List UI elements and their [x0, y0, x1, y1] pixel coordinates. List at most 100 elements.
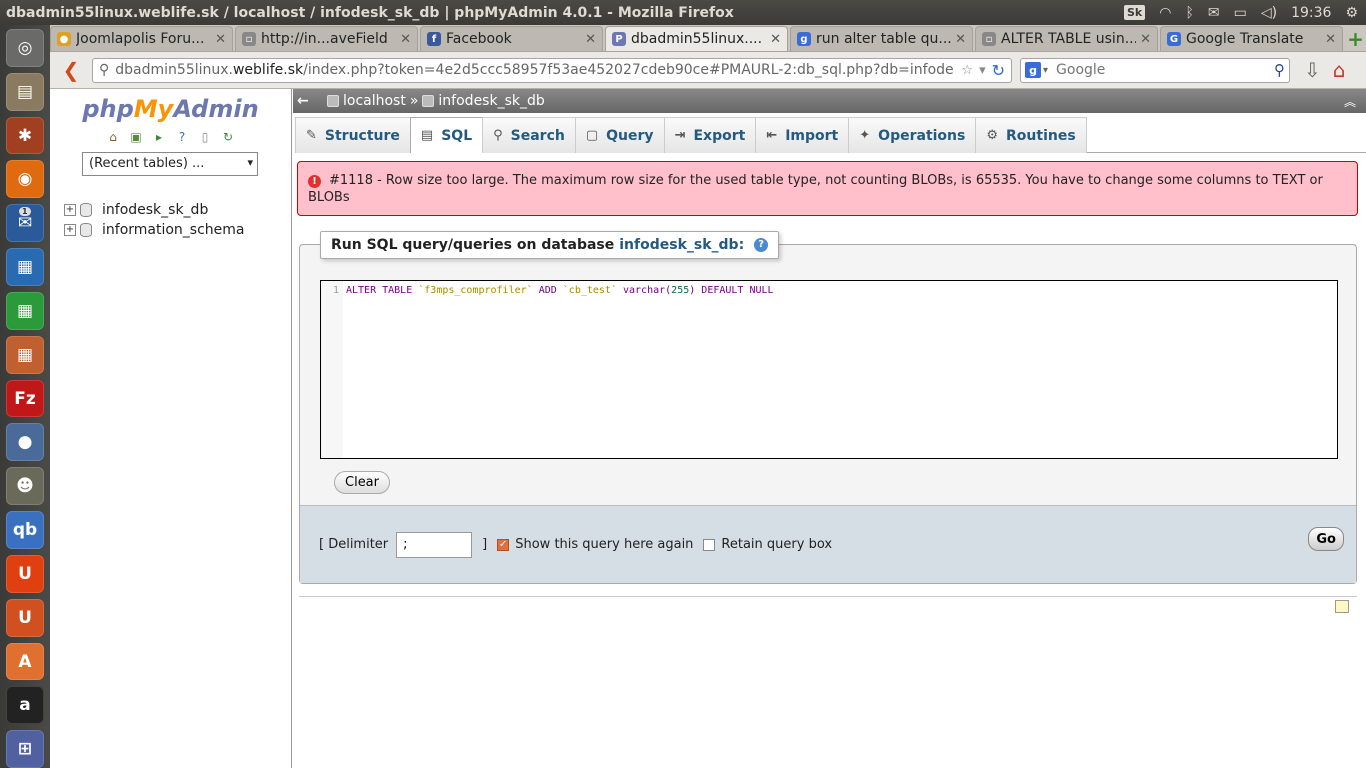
- launcher-amazon-icon[interactable]: a: [6, 686, 44, 725]
- launcher-thunderbird-icon[interactable]: ✉ 1: [6, 204, 44, 243]
- recent-tables-select[interactable]: (Recent tables) ...: [82, 152, 258, 176]
- tab-close-icon[interactable]: ✕: [955, 32, 966, 47]
- breadcrumb-server[interactable]: localhost: [343, 93, 406, 109]
- browser-tab[interactable]: f Facebook ✕: [420, 26, 603, 51]
- download-icon[interactable]: ⇩: [1304, 58, 1321, 82]
- home-icon[interactable]: ⌂: [106, 129, 121, 144]
- browser-tab[interactable]: ▫ http://in...aveField ✕: [235, 26, 418, 51]
- tab-label: run alter table qu...: [816, 31, 952, 47]
- launcher-glyph: a: [19, 695, 31, 716]
- tab-close-icon[interactable]: ✕: [400, 32, 411, 47]
- tab-operations[interactable]: ✦ Operations: [848, 117, 977, 153]
- launcher-files-icon[interactable]: ▤: [6, 72, 44, 111]
- routines-icon: ⚙: [986, 128, 999, 143]
- volume-icon[interactable]: ◁): [1261, 5, 1277, 21]
- browser-tab[interactable]: ● Joomlapolis Foru... ✕: [50, 26, 233, 51]
- tab-sql[interactable]: ▤ SQL: [409, 117, 484, 153]
- launcher-workspaces-icon[interactable]: ⊞: [6, 730, 44, 768]
- expand-icon[interactable]: +: [64, 204, 76, 216]
- browser-tab[interactable]: Pdbadmin55linux.... ✕: [605, 26, 788, 51]
- tab-close-icon[interactable]: ✕: [1140, 32, 1151, 47]
- reload-navigation-icon[interactable]: ↻: [221, 129, 236, 144]
- mail-icon[interactable]: ✉: [1208, 5, 1220, 21]
- tab-close-icon[interactable]: ✕: [1325, 32, 1336, 47]
- search-icon[interactable]: ⚲: [1274, 61, 1285, 79]
- show-query-again-checkbox[interactable]: ✓: [497, 538, 510, 551]
- launcher-libreoffice-writer-icon[interactable]: ▦: [6, 248, 44, 286]
- launcher-software-center-icon[interactable]: A: [6, 642, 44, 681]
- database-tree-item[interactable]: + infodesk_sk_db: [64, 200, 291, 220]
- bluetooth-icon[interactable]: ᛒ: [1185, 5, 1193, 21]
- delimiter-input[interactable]: [396, 531, 473, 558]
- launcher-qbittorrent-icon[interactable]: qb: [6, 511, 44, 549]
- bookmark-star-icon[interactable]: ☆: [961, 63, 973, 78]
- sql-type: varchar(: [623, 285, 672, 296]
- database-tree-item[interactable]: + information_schema: [64, 220, 291, 240]
- tab-close-icon[interactable]: ✕: [585, 32, 596, 47]
- database-name[interactable]: information_schema: [102, 222, 245, 238]
- tab-export[interactable]: ⇥ Export: [663, 117, 757, 153]
- top-panel: dbadmin55linux.weblife.sk / localhost / …: [0, 0, 1366, 25]
- scroll-to-top-icon[interactable]: ︽: [1344, 93, 1356, 110]
- logout-icon[interactable]: ▣: [129, 129, 144, 144]
- browser-tab[interactable]: g run alter table qu... ✕: [790, 26, 973, 51]
- tab-close-icon[interactable]: ✕: [215, 32, 226, 47]
- launcher-libreoffice-calc-icon[interactable]: ▦: [6, 291, 44, 330]
- search-engine-dropdown-icon[interactable]: ▾: [1043, 65, 1048, 76]
- launcher-glyph: ▤: [16, 81, 34, 102]
- tab-import[interactable]: ⇤ Import: [755, 117, 850, 153]
- tab-search[interactable]: ⚲ Search: [482, 117, 576, 153]
- retain-query-box-label[interactable]: Retain query box: [721, 537, 832, 552]
- session-gear-icon[interactable]: ⚙: [1345, 5, 1358, 21]
- help-icon[interactable]: ?: [754, 238, 769, 252]
- breadcrumb-database[interactable]: infodesk_sk_db: [438, 93, 544, 109]
- database-name[interactable]: infodesk_sk_db: [102, 202, 208, 218]
- tab-routines[interactable]: ⚙ Routines: [975, 117, 1087, 153]
- history-dropdown-icon[interactable]: ▾: [979, 63, 986, 78]
- launcher-ubuntu-software-icon[interactable]: U: [6, 598, 44, 637]
- launcher-libreoffice-impress-icon[interactable]: ▦: [6, 335, 44, 374]
- clock[interactable]: 19:36: [1291, 5, 1331, 21]
- console-toggle-icon[interactable]: [1335, 600, 1349, 613]
- browser-tab[interactable]: ▫ ALTER TABLE usin... ✕: [975, 26, 1158, 51]
- browser-tab[interactable]: G Google Translate ✕: [1160, 26, 1343, 51]
- back-button[interactable]: ❮: [56, 58, 86, 82]
- wifi-icon[interactable]: ◠: [1159, 5, 1171, 21]
- launcher-ubuntu-one-icon[interactable]: U: [6, 554, 44, 593]
- sql-code-line[interactable]: ALTER TABLE `f3mps_comprofiler` ADD `cb_…: [346, 285, 774, 296]
- tab-query[interactable]: ▢ Query: [574, 117, 665, 153]
- launcher-pidgin-icon[interactable]: ●: [6, 423, 44, 462]
- collapse-navigation-icon[interactable]: ←: [297, 93, 317, 109]
- url-rest: /index.php?token=4e2d5ccc58957f53ae45202…: [303, 62, 954, 78]
- keyboard-layout-indicator[interactable]: Sk: [1124, 5, 1146, 20]
- search-engine-icon[interactable]: g: [1025, 62, 1041, 78]
- url-bar[interactable]: ⚲ dbadmin55linux.weblife.sk/index.php?to…: [92, 57, 1012, 83]
- search-input[interactable]: [1056, 62, 1274, 78]
- launcher-dash-home-icon[interactable]: ◎: [6, 29, 44, 67]
- reload-icon[interactable]: ↻: [992, 61, 1005, 80]
- go-button[interactable]: Go: [1308, 527, 1344, 551]
- tab-favicon-icon: g: [797, 32, 811, 46]
- new-tab-button[interactable]: +: [1345, 26, 1366, 51]
- query-window-icon[interactable]: ▸: [152, 129, 167, 144]
- sql-editor[interactable]: 1 ALTER TABLE `f3mps_comprofiler` ADD `c…: [320, 280, 1338, 459]
- launcher-firefox-icon[interactable]: ◉: [6, 160, 44, 199]
- search-box[interactable]: g ▾ ⚲: [1020, 57, 1290, 83]
- launcher-filezilla-icon[interactable]: Fz: [6, 379, 44, 418]
- home-icon[interactable]: ⌂: [1333, 58, 1346, 82]
- launcher-system-settings-icon[interactable]: ✱: [6, 116, 44, 155]
- site-identity-icon[interactable]: ⚲: [99, 62, 109, 78]
- help-icon[interactable]: ?: [175, 129, 190, 144]
- tab-structure[interactable]: ✎ Structure: [295, 117, 411, 153]
- show-query-again-label[interactable]: Show this query here again: [515, 537, 693, 552]
- battery-icon[interactable]: ▭: [1234, 5, 1247, 21]
- launcher-gimp-icon[interactable]: ☻: [6, 467, 44, 506]
- phpmyadmin-logo[interactable]: phpMyAdmin: [50, 95, 291, 123]
- clear-button[interactable]: Clear: [334, 471, 390, 494]
- tab-close-icon[interactable]: ✕: [770, 32, 781, 47]
- expand-icon[interactable]: +: [64, 224, 76, 236]
- retain-query-box-checkbox[interactable]: [703, 538, 716, 551]
- documentation-icon[interactable]: ▯: [198, 129, 213, 144]
- database-tree: + infodesk_sk_db + information_schema: [64, 200, 291, 240]
- url-text[interactable]: dbadmin55linux.weblife.sk/index.php?toke…: [115, 62, 955, 78]
